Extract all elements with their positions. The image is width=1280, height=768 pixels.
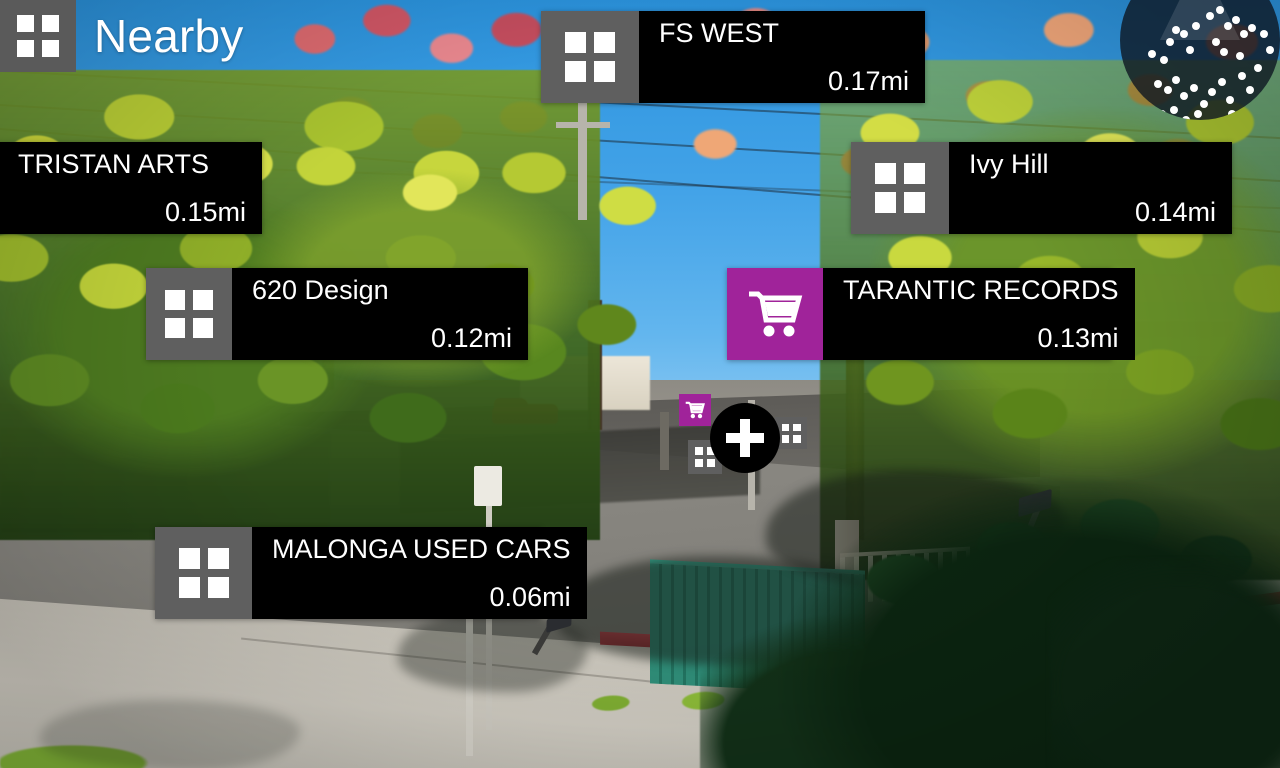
poi-distance: 0.13mi	[1037, 322, 1119, 353]
poi-icon	[155, 527, 252, 619]
page-title: Nearby	[94, 10, 244, 62]
grid-2x2-icon	[875, 163, 925, 213]
radar-dot	[1158, 110, 1166, 118]
radar-dot	[1220, 48, 1228, 56]
radar-dot	[1218, 78, 1226, 86]
app-menu-button[interactable]	[0, 0, 76, 72]
poi-tile-620-design[interactable]: 620 Design 0.12mi	[146, 268, 528, 360]
radar-dot	[1190, 84, 1198, 92]
radar-dot	[1236, 52, 1244, 60]
radar-dot	[1200, 100, 1208, 108]
radar-dot	[1148, 50, 1156, 58]
radar-dot	[1252, 106, 1260, 114]
add-place-button[interactable]	[710, 403, 780, 473]
plus-icon	[740, 419, 750, 457]
poi-name: Ivy Hill	[969, 149, 1049, 179]
radar-dot	[1260, 30, 1268, 38]
radar-dot	[1194, 110, 1202, 118]
radar-dot	[1144, 102, 1152, 110]
cluster-marker-shop[interactable]	[679, 394, 711, 426]
radar-fov-cone	[1160, 0, 1240, 40]
poi-name: TARANTIC RECORDS	[843, 275, 1119, 305]
poi-tile-tristan-arts[interactable]: TRISTAN ARTS 0.15mi	[0, 142, 262, 234]
grid-2x2-icon	[165, 290, 213, 338]
cluster-marker-right[interactable]	[775, 417, 807, 449]
radar-dot	[1254, 64, 1262, 72]
poi-body: TARANTIC RECORDS 0.13mi	[823, 268, 1135, 360]
radar-dot	[1226, 96, 1234, 104]
radar-minimap[interactable]	[1120, 0, 1280, 120]
radar-dot	[1224, 22, 1232, 30]
app-header: Nearby	[0, 0, 244, 72]
radar-dot	[1180, 30, 1188, 38]
radar-dot	[1232, 16, 1240, 24]
radar-dot	[1160, 56, 1168, 64]
poi-name: 620 Design	[252, 275, 389, 305]
ar-camera-viewport: Nearby FS WEST 0.17mi TRISTAN ARTS 0.15m…	[0, 0, 1280, 768]
radar-dot	[1206, 12, 1214, 20]
grid-2x2-icon	[17, 15, 59, 57]
poi-body: 620 Design 0.12mi	[232, 268, 528, 360]
radar-dot	[1212, 38, 1220, 46]
poi-distance: 0.12mi	[430, 322, 512, 353]
grid-2x2-icon	[565, 32, 615, 82]
grid-2x2-icon	[781, 423, 801, 443]
radar-dot	[1172, 76, 1180, 84]
radar-dot	[1164, 86, 1172, 94]
radar-dot	[1238, 72, 1246, 80]
poi-tile-malonga-used-cars[interactable]: MALONGA USED CARS 0.06mi	[155, 527, 587, 619]
poi-tile-ivy-hill[interactable]: Ivy Hill 0.14mi	[851, 142, 1232, 234]
poi-name: MALONGA USED CARS	[272, 534, 571, 564]
poi-name: FS WEST	[659, 18, 779, 48]
poi-distance: 0.06mi	[489, 581, 571, 612]
radar-dot	[1172, 26, 1180, 34]
radar-dot	[1154, 80, 1162, 88]
poi-distance: 0.15mi	[164, 196, 246, 227]
radar-dot	[1192, 22, 1200, 30]
radar-dot	[1248, 24, 1256, 32]
radar-dot	[1208, 88, 1216, 96]
poi-distance: 0.14mi	[1134, 196, 1216, 227]
radar-dot	[1266, 46, 1274, 54]
radar-dot	[1216, 118, 1224, 120]
poi-icon	[727, 268, 823, 360]
poi-icon	[541, 11, 639, 103]
radar-dot	[1170, 106, 1178, 114]
grid-2x2-icon	[178, 548, 229, 598]
ar-overlay: Nearby FS WEST 0.17mi TRISTAN ARTS 0.15m…	[0, 0, 1280, 768]
poi-body: TRISTAN ARTS 0.15mi	[0, 142, 262, 234]
poi-distance: 0.17mi	[827, 65, 909, 96]
radar-dot	[1180, 92, 1188, 100]
radar-dot	[1228, 110, 1236, 118]
radar-dot	[1216, 6, 1224, 14]
radar-dot	[1186, 46, 1194, 54]
poi-name: TRISTAN ARTS	[18, 149, 210, 179]
shopping-cart-icon	[749, 291, 803, 337]
poi-body: FS WEST 0.17mi	[639, 11, 925, 103]
poi-body: MALONGA USED CARS 0.06mi	[252, 527, 587, 619]
poi-tile-tarantic-records[interactable]: TARANTIC RECORDS 0.13mi	[727, 268, 1135, 360]
radar-dot	[1246, 86, 1254, 94]
radar-dot	[1182, 116, 1190, 120]
radar-dot	[1270, 80, 1278, 88]
poi-body: Ivy Hill 0.14mi	[949, 142, 1232, 234]
radar-dot	[1166, 38, 1174, 46]
radar-dot	[1240, 30, 1248, 38]
poi-icon	[146, 268, 232, 360]
poi-icon	[851, 142, 949, 234]
shopping-cart-icon	[685, 401, 705, 419]
poi-tile-fs-west[interactable]: FS WEST 0.17mi	[541, 11, 925, 103]
